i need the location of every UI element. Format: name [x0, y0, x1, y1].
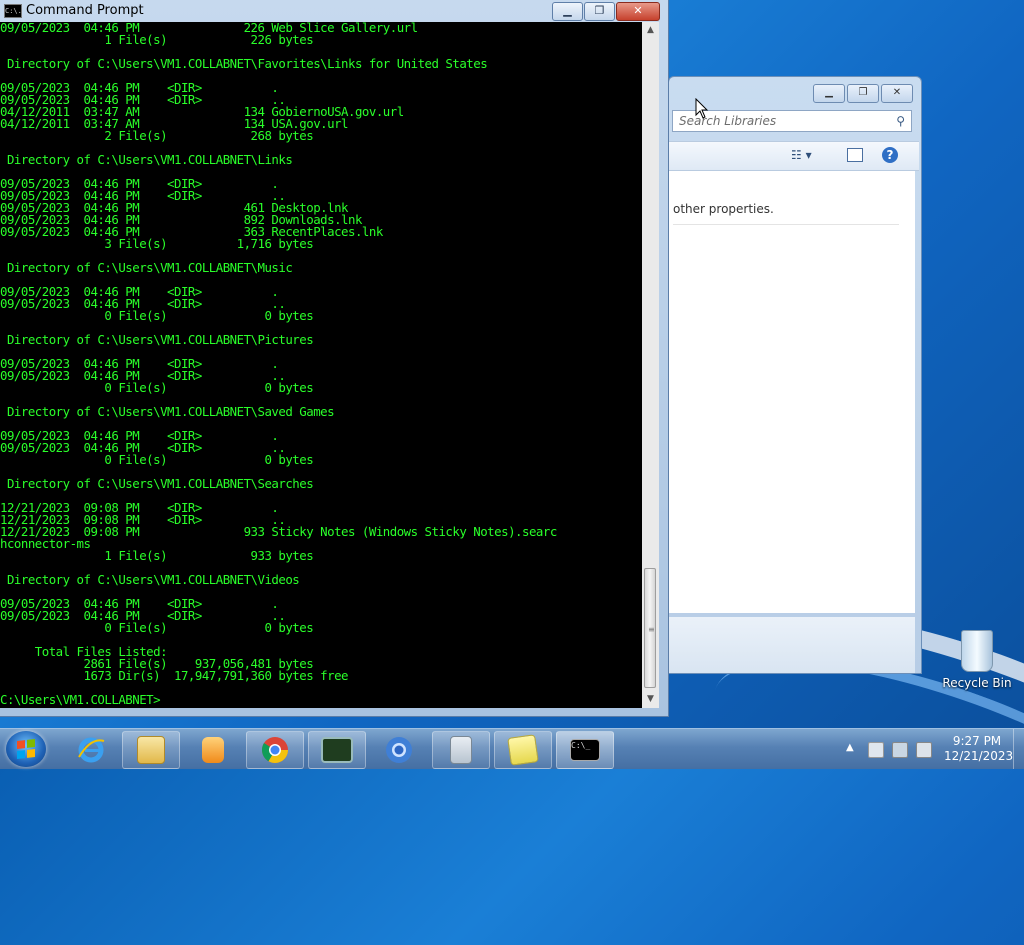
folder-icon — [137, 736, 165, 764]
taskbar-command-prompt[interactable]: C:\_ — [556, 731, 614, 769]
explorer-maximize-button[interactable]: ❐ — [847, 84, 879, 103]
calculator-icon — [450, 736, 472, 764]
explorer-window[interactable]: ▁ ❐ ✕ Search Libraries ⚲ ☷ ▾ ? other pro… — [668, 76, 922, 674]
divider — [673, 224, 899, 225]
taskbar-sticky-notes[interactable] — [494, 731, 552, 769]
taskbar-internet-explorer[interactable] — [62, 731, 120, 769]
cmd-caption-buttons: ▁ ❐ ✕ — [552, 2, 660, 21]
taskbar-chrome[interactable] — [246, 731, 304, 769]
preview-pane-icon[interactable] — [847, 148, 863, 162]
clock[interactable]: 9:27 PM 12/21/2023 — [944, 734, 1014, 764]
volume-muted-icon[interactable] — [916, 742, 932, 758]
console-text: 09/05/2023 04:46 PM 226 Web Slice Galler… — [0, 22, 557, 707]
mouse-cursor-icon — [695, 98, 709, 119]
scrollbar-thumb[interactable]: ≡ — [644, 568, 656, 688]
recycle-bin-icon — [961, 630, 993, 672]
show-desktop-button[interactable] — [1013, 729, 1024, 769]
window-title: Command Prompt — [26, 3, 144, 18]
clock-time: 9:27 PM — [952, 734, 1002, 748]
explorer-caption-buttons: ▁ ❐ ✕ — [813, 84, 913, 103]
cmd-app-icon[interactable]: C:\. — [4, 4, 22, 18]
internet-explorer-icon — [78, 737, 105, 763]
sticky-notes-icon — [507, 734, 539, 766]
taskbar-calculator[interactable] — [432, 731, 490, 769]
minimize-button[interactable]: ▁ — [552, 2, 583, 21]
search-icon[interactable]: ⚲ — [896, 114, 905, 128]
command-prompt-icon: C:\_ — [570, 739, 600, 761]
start-button[interactable] — [6, 731, 46, 767]
task-manager-icon — [321, 737, 353, 763]
scroll-up-arrow-icon[interactable]: ▲ — [642, 22, 659, 39]
explorer-minimize-button[interactable]: ▁ — [813, 84, 845, 103]
explorer-content-text: other properties. — [673, 202, 774, 216]
recycle-bin-label: Recycle Bin — [942, 676, 1012, 690]
search-placeholder: Search Libraries — [679, 114, 777, 128]
taskbar-chrome-alt[interactable] — [370, 731, 428, 769]
explorer-toolbar: ☷ ▾ ? — [669, 141, 919, 171]
chrome-icon — [261, 737, 289, 764]
close-button[interactable]: ✕ — [616, 2, 660, 21]
media-player-icon — [202, 737, 224, 763]
taskbar-windows-explorer[interactable] — [122, 731, 180, 769]
chrome-alt-icon — [386, 737, 412, 763]
recycle-bin[interactable]: Recycle Bin — [940, 630, 1014, 690]
system-tray: ▲ 9:27 PM 12/21/2023 — [840, 729, 1024, 769]
console-output[interactable]: 09/05/2023 04:46 PM 226 Web Slice Galler… — [0, 22, 642, 708]
show-hidden-icons-icon[interactable]: ▲ — [846, 742, 854, 753]
action-center-icon[interactable] — [868, 742, 884, 758]
maximize-button[interactable]: ❐ — [584, 2, 615, 21]
windows-logo-icon — [17, 739, 35, 759]
explorer-content: other properties. — [669, 171, 915, 613]
cmd-titlebar[interactable]: C:\. Command Prompt ▁ ❐ ✕ — [0, 0, 668, 22]
taskbar-task-manager[interactable] — [308, 731, 366, 769]
scroll-grip-icon: ≡ — [648, 625, 655, 634]
scroll-down-arrow-icon[interactable]: ▼ — [642, 691, 659, 708]
vertical-scrollbar[interactable]: ▲ ≡ ▼ — [642, 22, 659, 708]
command-prompt-window[interactable]: C:\. Command Prompt ▁ ❐ ✕ 09/05/2023 04:… — [0, 0, 669, 717]
change-view-icon[interactable]: ☷ ▾ — [791, 148, 812, 162]
clock-date: 12/21/2023 — [944, 749, 1014, 763]
explorer-close-button[interactable]: ✕ — [881, 84, 913, 103]
taskbar-media-player[interactable] — [184, 731, 242, 769]
explorer-details-pane — [669, 617, 915, 673]
network-icon[interactable] — [892, 742, 908, 758]
help-icon[interactable]: ? — [882, 147, 898, 163]
taskbar: C:\_ ▲ 9:27 PM 12/21/2023 — [0, 728, 1024, 769]
